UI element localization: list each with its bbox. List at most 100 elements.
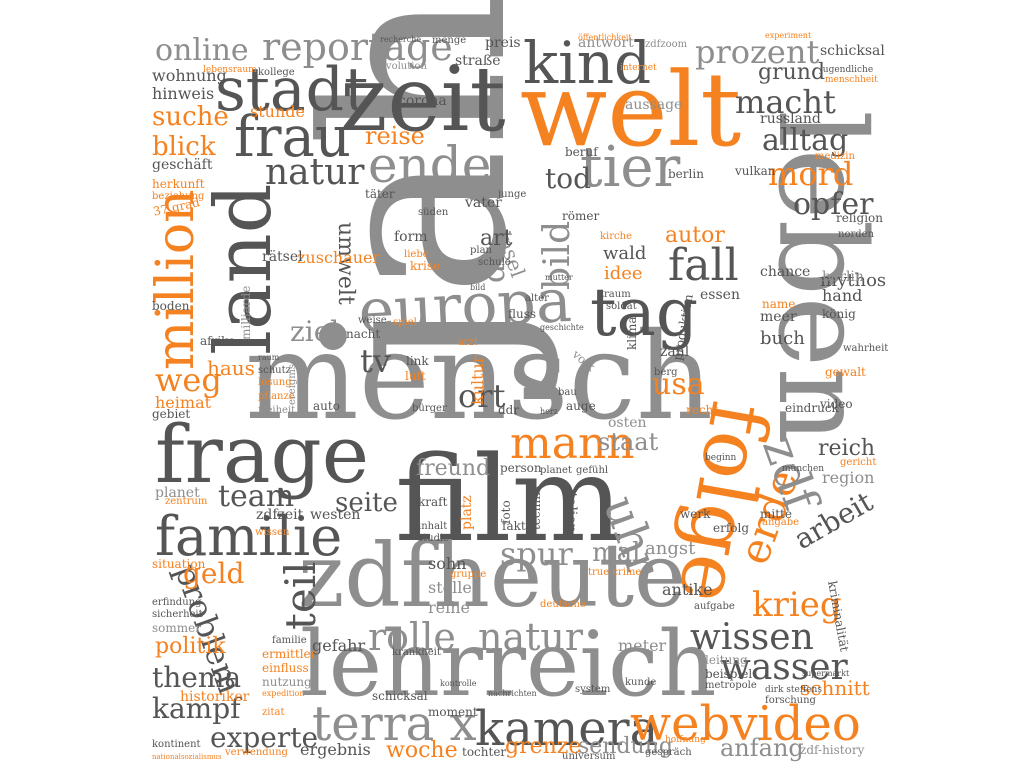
word-bau: bau [558, 387, 577, 398]
word-werk: werk [680, 507, 711, 521]
word-buch: buch [760, 328, 805, 349]
word-raum: raum [258, 353, 280, 362]
word-junge: junge [498, 189, 527, 200]
word-milliarde: milliarde [239, 285, 253, 340]
word-politik: politik [155, 634, 226, 659]
word-nutzung: nutzung [262, 675, 312, 689]
word-inhalt: inhalt [418, 521, 448, 532]
word-expedition: expedition [262, 689, 305, 698]
word-dirk-steffens: dirk steffens [765, 685, 822, 695]
word-experiment: experiment [765, 31, 812, 40]
word-meer: meer [760, 309, 797, 325]
word-fakt: fakt [502, 519, 526, 533]
word-mutter: mutter [545, 273, 573, 282]
word-buerger: bürger [412, 403, 447, 414]
word-raetsel: rätsel [262, 249, 303, 265]
word-geschaeft: geschäft [152, 157, 213, 173]
word-technik: technik [529, 484, 543, 530]
word-liebe: liebe [404, 249, 429, 260]
word-tochter: tochter [462, 745, 507, 759]
word-anfang: anfang [720, 734, 804, 762]
word-wissen-2: wissen [255, 527, 290, 538]
word-natur-2: natur [478, 615, 584, 659]
word-schule: schule [478, 257, 511, 268]
word-tv: tv [360, 342, 391, 380]
word-osten: osten [608, 415, 647, 431]
word-beginn: beginn [705, 453, 737, 463]
word-norden: norden [838, 229, 875, 240]
word-zdfzeit: zdfzeit [256, 507, 304, 523]
word-herz: herz [540, 407, 558, 416]
word-forschung: forschung [765, 695, 816, 706]
word-familie-2: familie [272, 635, 307, 646]
word-koenig: könig [822, 307, 856, 321]
word-westen: westen [310, 507, 361, 523]
word-krise: krise [410, 259, 441, 273]
word-true-crime: true crime [588, 567, 642, 578]
word-nationalsozialismus: nationalsozialismus [152, 753, 222, 761]
word-kraft: kraft [418, 495, 448, 509]
word-religion: religion [836, 211, 883, 225]
word-loesung: lösung [258, 377, 292, 388]
word-bild-small: bild [470, 283, 486, 292]
word-freiheit: freiheit [258, 405, 296, 416]
word-aussage: aussage [625, 97, 683, 113]
word-situation: situation [152, 557, 206, 571]
word-tod: tod [545, 162, 592, 195]
word-person: person [500, 461, 542, 475]
word-mord: mord [768, 155, 854, 193]
word-spur: spur [500, 535, 573, 573]
word-erfindung: erfindung [152, 597, 202, 608]
word-menge: menge [432, 35, 467, 46]
word-hinweis: hinweis [152, 84, 215, 103]
word-stunde: stunde [250, 102, 305, 121]
word-nacht: nacht [346, 327, 381, 341]
word-supermarkt: supermarkt [802, 669, 850, 678]
word-verwendung: verwendung [225, 747, 288, 758]
word-oeffentlichkeit: öffentlichkeit [578, 33, 632, 42]
word-natur: natur [265, 152, 365, 193]
word-essen: essen [700, 287, 740, 303]
word-zdfzoom: zdfzoom [645, 39, 688, 50]
word-teil: teil [276, 561, 325, 630]
word-studie: studie [418, 533, 450, 544]
word-beispiel: beispiel [705, 667, 753, 681]
word-woche: woche [386, 738, 458, 763]
word-sicherheit: sicherheit [152, 609, 203, 620]
word-form: form [394, 229, 428, 245]
word-idee: idee [604, 263, 643, 284]
word-angabe: angabe [762, 517, 800, 528]
word-universum: universum [562, 751, 616, 762]
word-recherche: recherche [380, 35, 422, 44]
word-zentrum: zentrum [165, 496, 208, 507]
word-corona: corona [398, 93, 447, 109]
word-ozean: ozean [410, 329, 452, 345]
word-strasse: straße [455, 53, 501, 69]
word-boden: boden [152, 299, 190, 313]
word-vater: vater [465, 195, 502, 211]
word-berlin: berlin [822, 269, 864, 285]
word-roemer: römer [562, 209, 600, 223]
word-kultur: kultur [468, 355, 487, 406]
word-zuschauer: zuschauer [297, 248, 381, 267]
word-internet: internet [620, 63, 657, 73]
word-klima: klima [625, 316, 639, 350]
word-angst: angst [645, 538, 696, 559]
word-stelle: stelle [428, 578, 472, 597]
word-gericht: gericht [840, 457, 877, 468]
word-gespraech: gespräch [645, 747, 692, 758]
word-arzt: arzt [458, 337, 479, 348]
word-hoffnung: hoffnung [665, 735, 706, 745]
word-suche: suche [152, 102, 229, 132]
word-kirche: kirche [600, 231, 632, 242]
word-planet-2: planet [540, 465, 572, 476]
word-staat: staat [598, 428, 659, 456]
word-aufgabe: aufgabe [694, 601, 735, 612]
word-kontrolle: kontrolle [440, 679, 477, 688]
word-auge: auge [566, 399, 596, 413]
word-gebiet: gebiet [152, 407, 191, 421]
word-ziel: ziel [290, 315, 340, 348]
word-sueden: süden [418, 207, 449, 218]
word-moment: moment [428, 705, 478, 719]
word-wald: wald [603, 243, 647, 264]
